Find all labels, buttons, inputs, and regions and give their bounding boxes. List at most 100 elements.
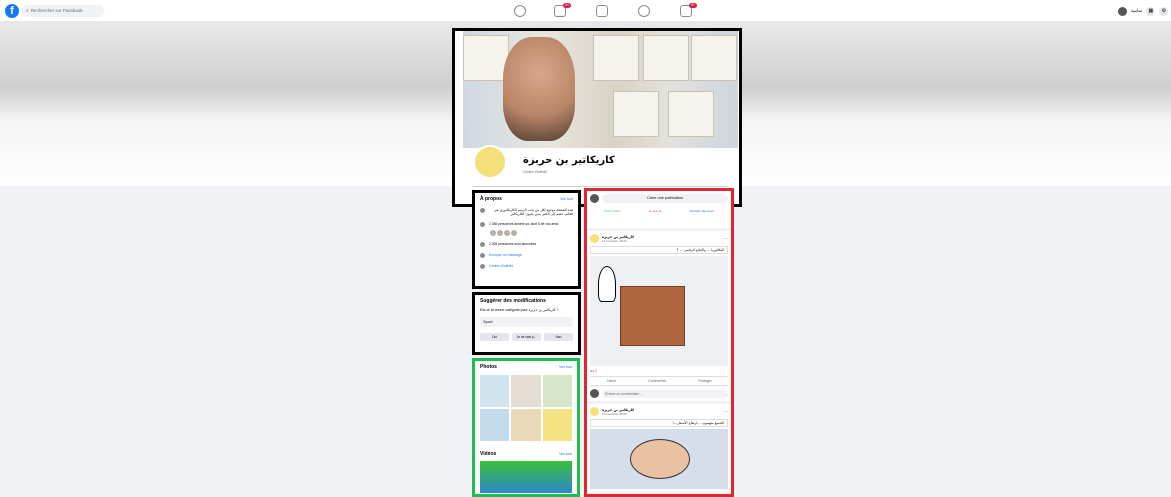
page-feed: Créer une publication Photo/Vidéo Je sui… — [584, 188, 734, 497]
post-caption: البكالوريا ... والإنتاج الرقمي ... ? — [590, 246, 728, 254]
watch-badge: 9+ — [563, 3, 571, 8]
caricature-figure — [630, 439, 690, 479]
avatar[interactable] — [590, 407, 599, 416]
cover-caricature-frame — [613, 91, 659, 137]
cover-caricature-frame — [463, 35, 509, 81]
videos-title: Vidéos — [480, 451, 497, 457]
facebook-logo-icon[interactable]: f — [5, 4, 19, 18]
comment-composer: Écrivez un commentaire... — [590, 389, 728, 398]
main-nav-icons: 9+ 9+ — [502, 3, 702, 17]
photo-video-button[interactable]: Photo/Vidéo — [604, 209, 620, 213]
photo-thumbnail[interactable] — [542, 409, 572, 441]
dont-know-button[interactable]: Je ne sais p... — [512, 333, 541, 341]
post-composer: Créer une publication Photo/Vidéo Je sui… — [587, 191, 731, 228]
photo-thumbnail[interactable] — [480, 375, 510, 407]
avatar[interactable] — [490, 230, 496, 236]
avatar[interactable] — [504, 230, 510, 236]
cover-caricature-frame — [643, 35, 689, 81]
watch-icon[interactable]: 9+ — [554, 3, 571, 17]
user-name[interactable]: سامية — [1131, 8, 1142, 14]
reaction-count-value: 2 — [595, 369, 598, 373]
search-placeholder: Rechercher sur Facebook — [30, 8, 83, 13]
avatar[interactable] — [511, 230, 517, 236]
videos-see-all-link[interactable]: Voir tout — [559, 452, 572, 456]
friend-avatars — [490, 230, 573, 236]
groups-icon[interactable] — [638, 5, 650, 17]
photos-see-all-link[interactable]: Voir tout — [559, 365, 572, 369]
avatar[interactable] — [590, 234, 599, 243]
photo-thumbnail[interactable] — [542, 375, 572, 407]
info-icon — [480, 208, 485, 213]
cover-caricature-frame — [691, 35, 737, 81]
ballot-box-figure — [620, 286, 685, 346]
cover-caricature-frame — [593, 35, 639, 81]
user-avatar[interactable] — [1118, 6, 1127, 16]
create-post-button[interactable]: Créer une publication — [602, 194, 728, 203]
suggest-edits-card: Suggérer des modifications Est-ce la bon… — [472, 292, 581, 355]
photos-title: Photos — [480, 364, 497, 370]
tag-friends-button[interactable]: Identifier des amis — [689, 209, 713, 213]
account-settings-icon[interactable]: ⚙ — [1159, 6, 1169, 16]
gaming-badge: 9+ — [689, 3, 697, 8]
about-description-row: هذه الصفحة موجهة لكل من يحب الرسم الكاري… — [480, 208, 573, 216]
avatar[interactable] — [497, 230, 503, 236]
share-button[interactable]: Partager — [699, 379, 712, 383]
about-message-row: Envoyer un message — [480, 253, 573, 258]
video-thumbnail[interactable] — [480, 461, 572, 493]
marketplace-icon[interactable] — [596, 5, 608, 17]
cover-caricature-frame — [668, 91, 714, 137]
about-see-all-link[interactable]: Voir tout — [560, 197, 573, 201]
menu-grid-icon[interactable]: ▦ — [1146, 6, 1156, 16]
photo-thumbnail[interactable] — [480, 409, 510, 441]
post-image[interactable] — [590, 429, 728, 489]
post-date[interactable]: 11 novembre, 09:05 · — [602, 412, 634, 416]
post-card: كاريكاتير بن حربزة 11 novembre, 09:05 · … — [587, 404, 731, 492]
no-button[interactable]: Non — [544, 333, 573, 341]
post-actions: J'aime Commenter Partager — [590, 376, 728, 386]
reaction-count[interactable]: ●● 2 — [590, 369, 728, 373]
post-date[interactable]: 11 novembre, 09:21 · — [602, 239, 634, 243]
divider — [473, 186, 728, 187]
avatar[interactable] — [590, 389, 599, 398]
about-likes-row: 2 356 personnes aiment ça, dont 5 de vos… — [480, 222, 573, 227]
post-author[interactable]: كاريكاتير بن حربزة — [602, 235, 634, 239]
love-reaction-icon: ● — [592, 369, 595, 373]
yes-button[interactable]: Oui — [480, 333, 509, 341]
post-more-button[interactable]: ··· — [723, 409, 728, 415]
about-description: هذه الصفحة موجهة لكل من يحب الرسم الكاري… — [494, 208, 573, 216]
about-category-row: Centre d'intérêt — [480, 264, 573, 269]
about-card: À propos Voir tout هذه الصفحة موجهة لكل … — [472, 190, 581, 289]
post-caption: الجميع متهمون... بارتفاع الأسعار...! — [590, 419, 728, 427]
messenger-icon — [480, 253, 485, 258]
suggested-category: Sport — [480, 317, 573, 327]
post-image[interactable] — [590, 256, 728, 366]
search-icon: ⌕ — [26, 8, 29, 14]
about-likes: 2 356 personnes aiment ça, dont 5 de vos… — [489, 222, 559, 226]
like-icon — [480, 222, 485, 227]
category-link[interactable]: Centre d'intérêt — [489, 264, 513, 268]
photo-thumbnail[interactable] — [511, 375, 541, 407]
send-message-link[interactable]: Envoyer un message — [489, 253, 522, 257]
photo-thumbnail[interactable] — [511, 409, 541, 441]
about-follows-row: 2 394 personnes sont abonnées — [480, 242, 573, 247]
photo-grid — [480, 375, 572, 441]
account-nav: سامية ▦ ⚙ — [1118, 4, 1169, 18]
page-profile-picture[interactable] — [473, 145, 507, 179]
post-author[interactable]: كاريكاتير بن حربزة — [602, 408, 634, 412]
avatar[interactable] — [590, 194, 599, 203]
home-icon[interactable] — [514, 5, 526, 17]
category-icon — [480, 264, 485, 269]
comment-button[interactable]: Commenter — [648, 379, 666, 383]
check-in-button[interactable]: Je suis là — [649, 209, 662, 213]
search-input[interactable]: ⌕ Rechercher sur Facebook — [22, 5, 104, 17]
gaming-icon[interactable]: 9+ — [680, 3, 697, 17]
post-card: كاريكاتير بن حربزة 11 novembre, 09:21 · … — [587, 231, 731, 401]
like-button[interactable]: J'aime — [606, 379, 616, 383]
about-title: À propos — [480, 196, 502, 202]
comment-input[interactable]: Écrivez un commentaire... — [602, 389, 728, 398]
page-header: كاريكاتير بن حربزة Centre d'intérêt Accu… — [452, 28, 742, 207]
post-more-button[interactable]: ··· — [723, 236, 728, 242]
suggest-question: Est-ce la bonne catégorie pour كاريكاتير… — [480, 308, 559, 312]
cover-photo[interactable] — [463, 31, 738, 148]
about-follows: 2 394 personnes sont abonnées — [489, 242, 537, 246]
